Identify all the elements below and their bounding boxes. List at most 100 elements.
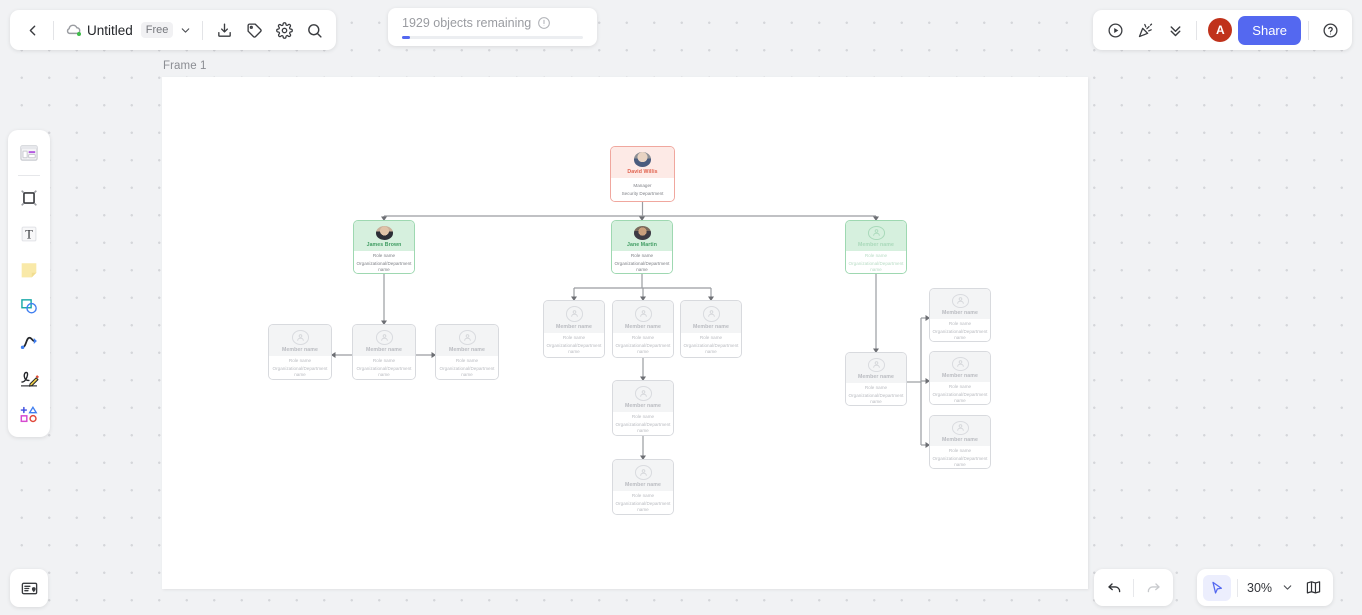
- share-button[interactable]: Share: [1238, 15, 1301, 45]
- org-node-role: Role name: [630, 253, 654, 258]
- undo-redo-toolbar: [1094, 569, 1173, 606]
- org-node-role: Manager: [633, 182, 652, 188]
- org-node-header: David Willis: [611, 147, 674, 178]
- org-node-body: Role name Organizational/Department name: [930, 446, 990, 468]
- present-button[interactable]: [1101, 16, 1129, 44]
- org-node-department: Security Department: [621, 190, 664, 196]
- minimap-book-icon: [1306, 581, 1320, 594]
- org-node-l2b[interactable]: Jane Martin Role name Organizational/Depar…: [611, 220, 673, 274]
- cursor-tool-button[interactable]: [1203, 574, 1231, 601]
- org-node-header: Jane Martin: [612, 221, 672, 251]
- redo-button[interactable]: [1139, 574, 1167, 602]
- infinite-canvas[interactable]: Frame 1 David Willis Manager Security Depa…: [0, 0, 1362, 615]
- back-button[interactable]: [18, 16, 46, 44]
- app-root: Frame 1 David Willis Manager Security Depa…: [0, 0, 1362, 615]
- info-circle-icon[interactable]: [537, 16, 551, 30]
- templates-tool[interactable]: [12, 136, 46, 170]
- zoom-dropdown-button[interactable]: [1278, 574, 1296, 602]
- org-node-name: James Brown: [366, 241, 402, 248]
- org-node-role: Role name: [864, 253, 888, 258]
- frame-tool[interactable]: [12, 181, 46, 215]
- org-node-header: Member name: [846, 221, 906, 251]
- text-tool[interactable]: T: [12, 217, 46, 251]
- sticky-note-tool[interactable]: [12, 253, 46, 287]
- org-node-l3c1[interactable]: Member name Role name Organizational/Depar…: [845, 352, 907, 406]
- org-node-l3b3[interactable]: Member name Role name Organizational/Depar…: [680, 300, 742, 358]
- toolbar-divider-2: [202, 20, 204, 40]
- shapes-tool[interactable]: [12, 289, 46, 323]
- org-node-department: Organizational/Department name: [615, 343, 671, 354]
- org-node-department: Organizational/Department name: [932, 391, 988, 403]
- org-node-role: Role name: [699, 335, 723, 341]
- org-node-root[interactable]: David Willis Manager Security Department: [610, 146, 675, 202]
- avatar-placeholder-icon: [634, 306, 652, 322]
- org-node-l3b2[interactable]: Member name Role name Organizational/Depar…: [612, 300, 674, 358]
- pages-button[interactable]: [10, 569, 48, 607]
- org-node-department: Organizational/Department name: [615, 421, 671, 433]
- frame-label[interactable]: Frame 1: [163, 60, 207, 72]
- cloud-sync-status: [64, 21, 82, 39]
- org-node-name: Member name: [282, 346, 318, 353]
- org-node-department: Organizational/Department name: [848, 260, 904, 272]
- avatar[interactable]: A: [1208, 18, 1233, 42]
- undo-arrow-icon: [1107, 583, 1120, 593]
- org-node-header: James Brown: [354, 221, 414, 251]
- org-node-l4c1[interactable]: Member name Role name Organizational/Depar…: [929, 288, 991, 342]
- org-node-l3a3[interactable]: Member name Role name Organizational/Depar…: [435, 324, 499, 380]
- org-node-header: Member name: [544, 301, 604, 333]
- org-node-l2a[interactable]: James Brown Role name Organizational/Depar…: [353, 220, 415, 274]
- org-node-name: Member name: [449, 346, 485, 353]
- download-icon: [218, 22, 231, 37]
- zoom-level-label[interactable]: 30%: [1244, 581, 1275, 595]
- org-node-l2c[interactable]: Member name Role name Organizational/Depar…: [845, 220, 907, 274]
- org-node-l3a1[interactable]: Member name Role name Organizational/Depar…: [268, 324, 332, 380]
- org-node-department: Organizational/Department name: [439, 365, 495, 377]
- org-node-l3a2[interactable]: Member name Role name Organizational/Depar…: [352, 324, 416, 380]
- org-node-header: Member name: [930, 289, 990, 319]
- redo-arrow-icon: [1147, 583, 1160, 593]
- draw-tool[interactable]: [12, 361, 46, 395]
- org-node-body: Role name Organizational/Department name: [846, 251, 906, 273]
- org-node-header: Member name: [930, 352, 990, 382]
- org-node-l5b1[interactable]: Member name Role name Organizational/Depar…: [612, 459, 674, 515]
- org-node-body: Role name Organizational/Department name: [846, 383, 906, 405]
- org-node-body: Role name Organizational/Department name: [354, 251, 414, 273]
- tag-button[interactable]: [240, 16, 268, 44]
- frame-1[interactable]: David Willis Manager Security Department Ja…: [162, 77, 1088, 589]
- toolbar-divider-4: [1308, 20, 1309, 40]
- minimap-button[interactable]: [1299, 574, 1327, 602]
- chevron-down-icon: [181, 27, 190, 33]
- progress-row: 1929 objects remaining: [402, 16, 583, 30]
- avatar: [634, 152, 651, 167]
- avatar-placeholder-icon: [458, 330, 476, 345]
- org-node-name: Member name: [858, 241, 894, 248]
- org-node-name: Member name: [625, 481, 661, 488]
- cloud-sync-icon: [66, 24, 81, 35]
- org-node-l3b1[interactable]: Member name Role name Organizational/Depar…: [543, 300, 605, 358]
- org-node-department: Organizational/Department name: [614, 260, 670, 272]
- help-button[interactable]: [1316, 16, 1344, 44]
- org-node-role: Role name: [372, 253, 396, 258]
- page-pin-icon: [21, 582, 37, 594]
- org-node-l4c2[interactable]: Member name Role name Organizational/Depar…: [929, 351, 991, 405]
- tag-icon: [247, 22, 262, 38]
- collapse-button[interactable]: [1161, 16, 1189, 44]
- connector-tool[interactable]: [12, 325, 46, 359]
- celebrate-button[interactable]: [1131, 16, 1159, 44]
- org-node-department: Organizational/Department name: [356, 260, 412, 272]
- org-node-l4c3[interactable]: Member name Role name Organizational/Depar…: [929, 415, 991, 469]
- undo-button[interactable]: [1100, 574, 1128, 602]
- question-circle-icon: [1322, 22, 1338, 38]
- title-dropdown-button[interactable]: [175, 16, 195, 44]
- undo-redo-divider: [1133, 578, 1134, 597]
- org-node-l4b1[interactable]: Member name Role name Organizational/Depar…: [612, 380, 674, 436]
- org-node-department: Organizational/Department name: [546, 343, 602, 354]
- org-node-department: Organizational/Department name: [272, 365, 328, 377]
- more-tool[interactable]: [12, 397, 46, 431]
- document-title[interactable]: Untitled: [87, 23, 133, 38]
- export-button[interactable]: [210, 16, 238, 44]
- org-node-department: Organizational/Department name: [848, 392, 904, 404]
- search-button[interactable]: [300, 16, 328, 44]
- play-circle-icon: [1108, 22, 1123, 38]
- settings-button[interactable]: [270, 16, 298, 44]
